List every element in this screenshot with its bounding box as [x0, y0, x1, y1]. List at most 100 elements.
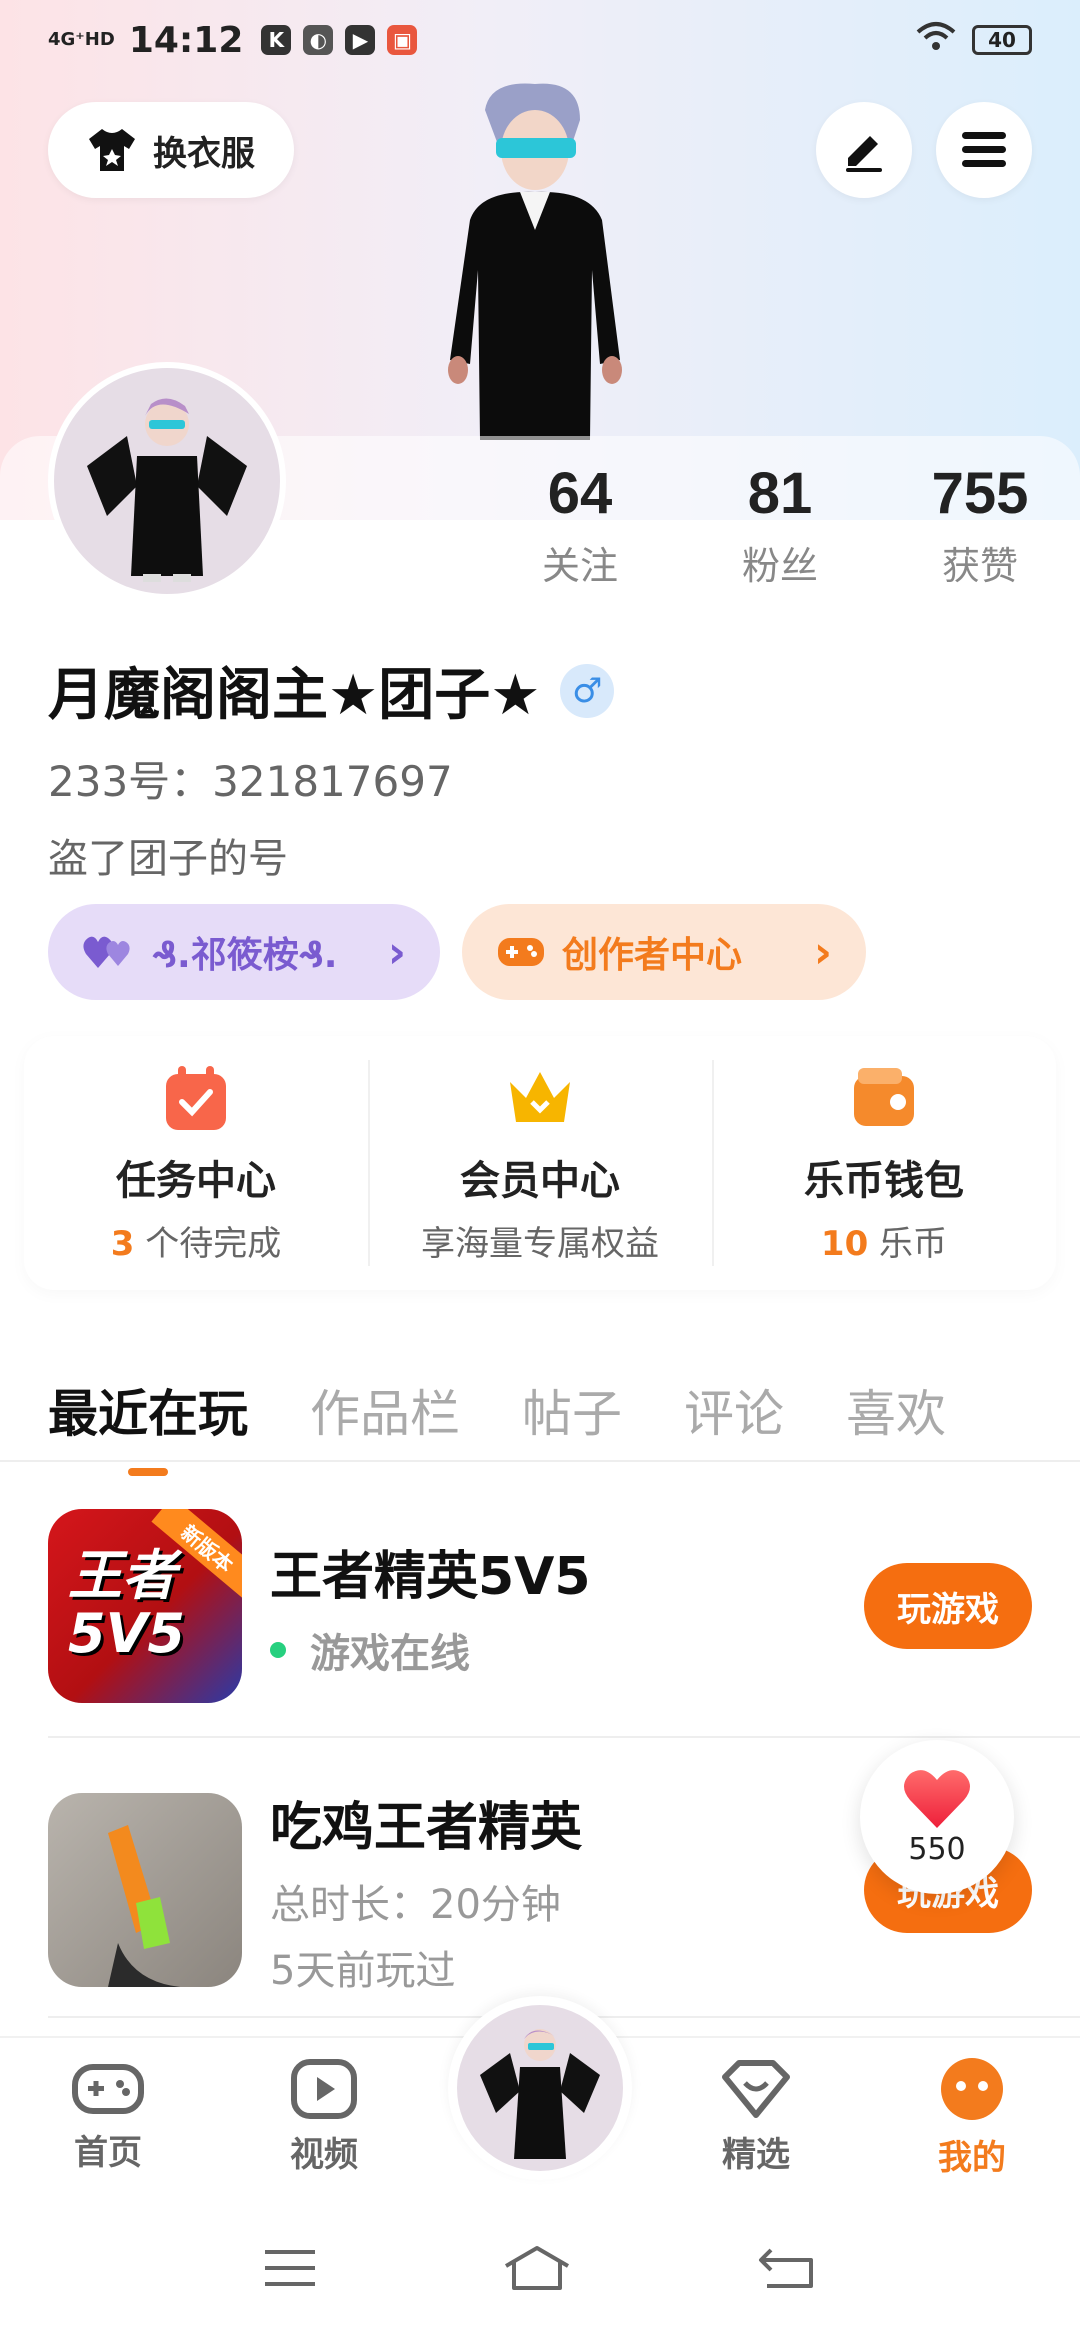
menu-button[interactable]	[936, 102, 1032, 198]
creator-center-label: 创作者中心	[562, 935, 743, 976]
network-indicator: 4G⁺HD	[48, 29, 115, 50]
change-outfit-button[interactable]: 换衣服	[48, 102, 294, 198]
game-info: 吃鸡王者精英 总时长：20分钟 5天前玩过	[270, 1785, 864, 1996]
wifi-icon	[916, 20, 956, 60]
game-thumbnail: 新版本 王者 5V5	[48, 1509, 242, 1703]
username-row: 月魔阁阁主★团子★ ♂	[48, 650, 615, 731]
stat-value: 81	[747, 461, 813, 526]
user-bio: 盗了团子的号	[48, 836, 288, 882]
nav-home[interactable]: 首页	[0, 2038, 216, 2196]
nav-label: 我的	[938, 2137, 1006, 2178]
service-title: 任务中心	[116, 1157, 276, 1204]
avatar-image	[480, 2029, 600, 2159]
coin-count: 10	[820, 1223, 869, 1264]
game-info: 王者精英5V5 游戏在线	[270, 1534, 864, 1679]
play-game-button[interactable]: 玩游戏	[864, 1563, 1032, 1649]
crown-icon	[510, 1071, 570, 1122]
center-avatar-image	[457, 2005, 623, 2171]
nav-featured[interactable]: 精选	[648, 2038, 864, 2196]
tab-comments[interactable]: 评论	[684, 1374, 784, 1446]
k-app-icon: K	[261, 25, 292, 55]
like-count: 550	[908, 1831, 966, 1867]
chevron-right-icon: ›	[387, 926, 406, 978]
tabs-divider	[0, 1460, 1080, 1462]
water-gun-image	[108, 1825, 208, 1987]
pending-suffix: 个待完成	[134, 1223, 282, 1264]
service-subtitle: 3 个待完成	[111, 1216, 281, 1265]
service-title: 会员中心	[460, 1157, 620, 1204]
stat-likes[interactable]: 755 获赞	[880, 460, 1080, 590]
nav-video[interactable]: 视频	[216, 2038, 432, 2196]
back-icon[interactable]	[757, 2246, 817, 2290]
stat-followers[interactable]: 81 粉丝	[680, 460, 880, 590]
profile-face-icon	[941, 2057, 1003, 2120]
service-subtitle: 10 乐币	[821, 1216, 947, 1265]
hamburger-menu-icon	[962, 132, 1006, 167]
status-bar: 4G⁺HD 14:12 K ◐ ▶ ▣ 40	[0, 0, 1080, 80]
vip-center-item[interactable]: 会员中心 享海量专属权益	[368, 1036, 712, 1290]
stat-value: 755	[931, 461, 1029, 526]
stat-label: 粉丝	[741, 544, 818, 588]
coin-suffix: 乐币	[868, 1223, 948, 1264]
task-calendar-icon	[166, 1065, 226, 1130]
guild-name: ₰.祁筱桉₰.	[152, 935, 338, 976]
tab-posts[interactable]: 帖子	[522, 1374, 622, 1446]
game-list-item[interactable]: 新版本 王者 5V5 王者精英5V5 游戏在线 玩游戏	[48, 1506, 1032, 1706]
tab-works[interactable]: 作品栏	[310, 1374, 460, 1446]
pending-count: 3	[110, 1223, 135, 1264]
gamepad-icon	[72, 2063, 144, 2114]
profile-tabs: 最近在玩 作品栏 帖子 评论 喜欢	[0, 1360, 1080, 1476]
avatar-image	[87, 398, 247, 582]
game-title: 吃鸡王者精英	[270, 1797, 583, 1858]
tshirt-icon	[89, 129, 135, 171]
game-app-icon: ▣	[387, 25, 418, 55]
stat-label: 获赞	[941, 544, 1018, 588]
change-outfit-label: 换衣服	[153, 133, 255, 174]
avatar-character-figure[interactable]	[430, 80, 640, 440]
thumbnail-logo-text: 王者 5V5	[68, 1544, 185, 1665]
heart-diamond-icon	[722, 2059, 790, 2118]
nav-label: 首页	[74, 2132, 142, 2173]
tab-likes[interactable]: 喜欢	[846, 1374, 946, 1446]
game-thumbnail	[48, 1793, 242, 1987]
play-duration: 总时长：20分钟	[270, 1881, 561, 1928]
double-heart-icon	[83, 936, 130, 968]
creator-center-button[interactable]: 创作者中心 ›	[462, 904, 866, 1000]
nav-label: 视频	[290, 2134, 358, 2175]
male-gender-icon: ♂	[560, 663, 615, 718]
stat-label: 关注	[541, 544, 618, 588]
recent-apps-icon[interactable]	[263, 2248, 317, 2288]
services-panel: 任务中心 3 个待完成 会员中心 享海量专属权益 乐币钱包 10 乐币	[24, 1036, 1056, 1290]
notification-icon: ◐	[303, 25, 334, 55]
wallet-icon	[854, 1067, 914, 1126]
nav-label: 精选	[722, 2134, 790, 2175]
wallet-item[interactable]: 乐币钱包 10 乐币	[712, 1036, 1056, 1290]
video-play-icon	[291, 2058, 357, 2119]
profile-stats: 64 关注 81 粉丝 755 获赞	[480, 460, 1080, 590]
stat-value: 64	[547, 461, 613, 526]
row-divider	[48, 1736, 1080, 1738]
stat-following[interactable]: 64 关注	[480, 460, 680, 590]
nav-mine[interactable]: 我的	[864, 2038, 1080, 2196]
system-navigation-bar	[0, 2196, 1080, 2340]
heart-icon	[904, 1769, 970, 1828]
status-time: 14:12	[128, 19, 244, 61]
home-icon[interactable]	[502, 2244, 572, 2292]
battery-indicator: 40	[972, 25, 1032, 55]
like-floating-button[interactable]: 550	[860, 1740, 1014, 1894]
tab-recently-played[interactable]: 最近在玩	[48, 1374, 248, 1476]
user-id[interactable]: 233号：321817697	[48, 748, 453, 809]
edit-profile-button[interactable]	[816, 102, 912, 198]
last-played: 5天前玩过	[270, 1947, 456, 1994]
username: 月魔阁阁主★团子★	[48, 663, 541, 728]
game-title: 王者精英5V5	[270, 1546, 591, 1607]
profile-avatar[interactable]	[48, 362, 286, 600]
service-subtitle: 享海量专属权益	[421, 1223, 659, 1264]
task-center-item[interactable]: 任务中心 3 个待完成	[24, 1036, 368, 1290]
center-avatar-button[interactable]	[448, 1996, 632, 2180]
gamepad-icon	[498, 938, 544, 966]
service-title: 乐币钱包	[804, 1157, 964, 1204]
video-app-icon: ▶	[345, 25, 376, 55]
edit-pen-icon	[846, 136, 882, 172]
guild-badge-button[interactable]: ₰.祁筱桉₰. ›	[48, 904, 440, 1000]
